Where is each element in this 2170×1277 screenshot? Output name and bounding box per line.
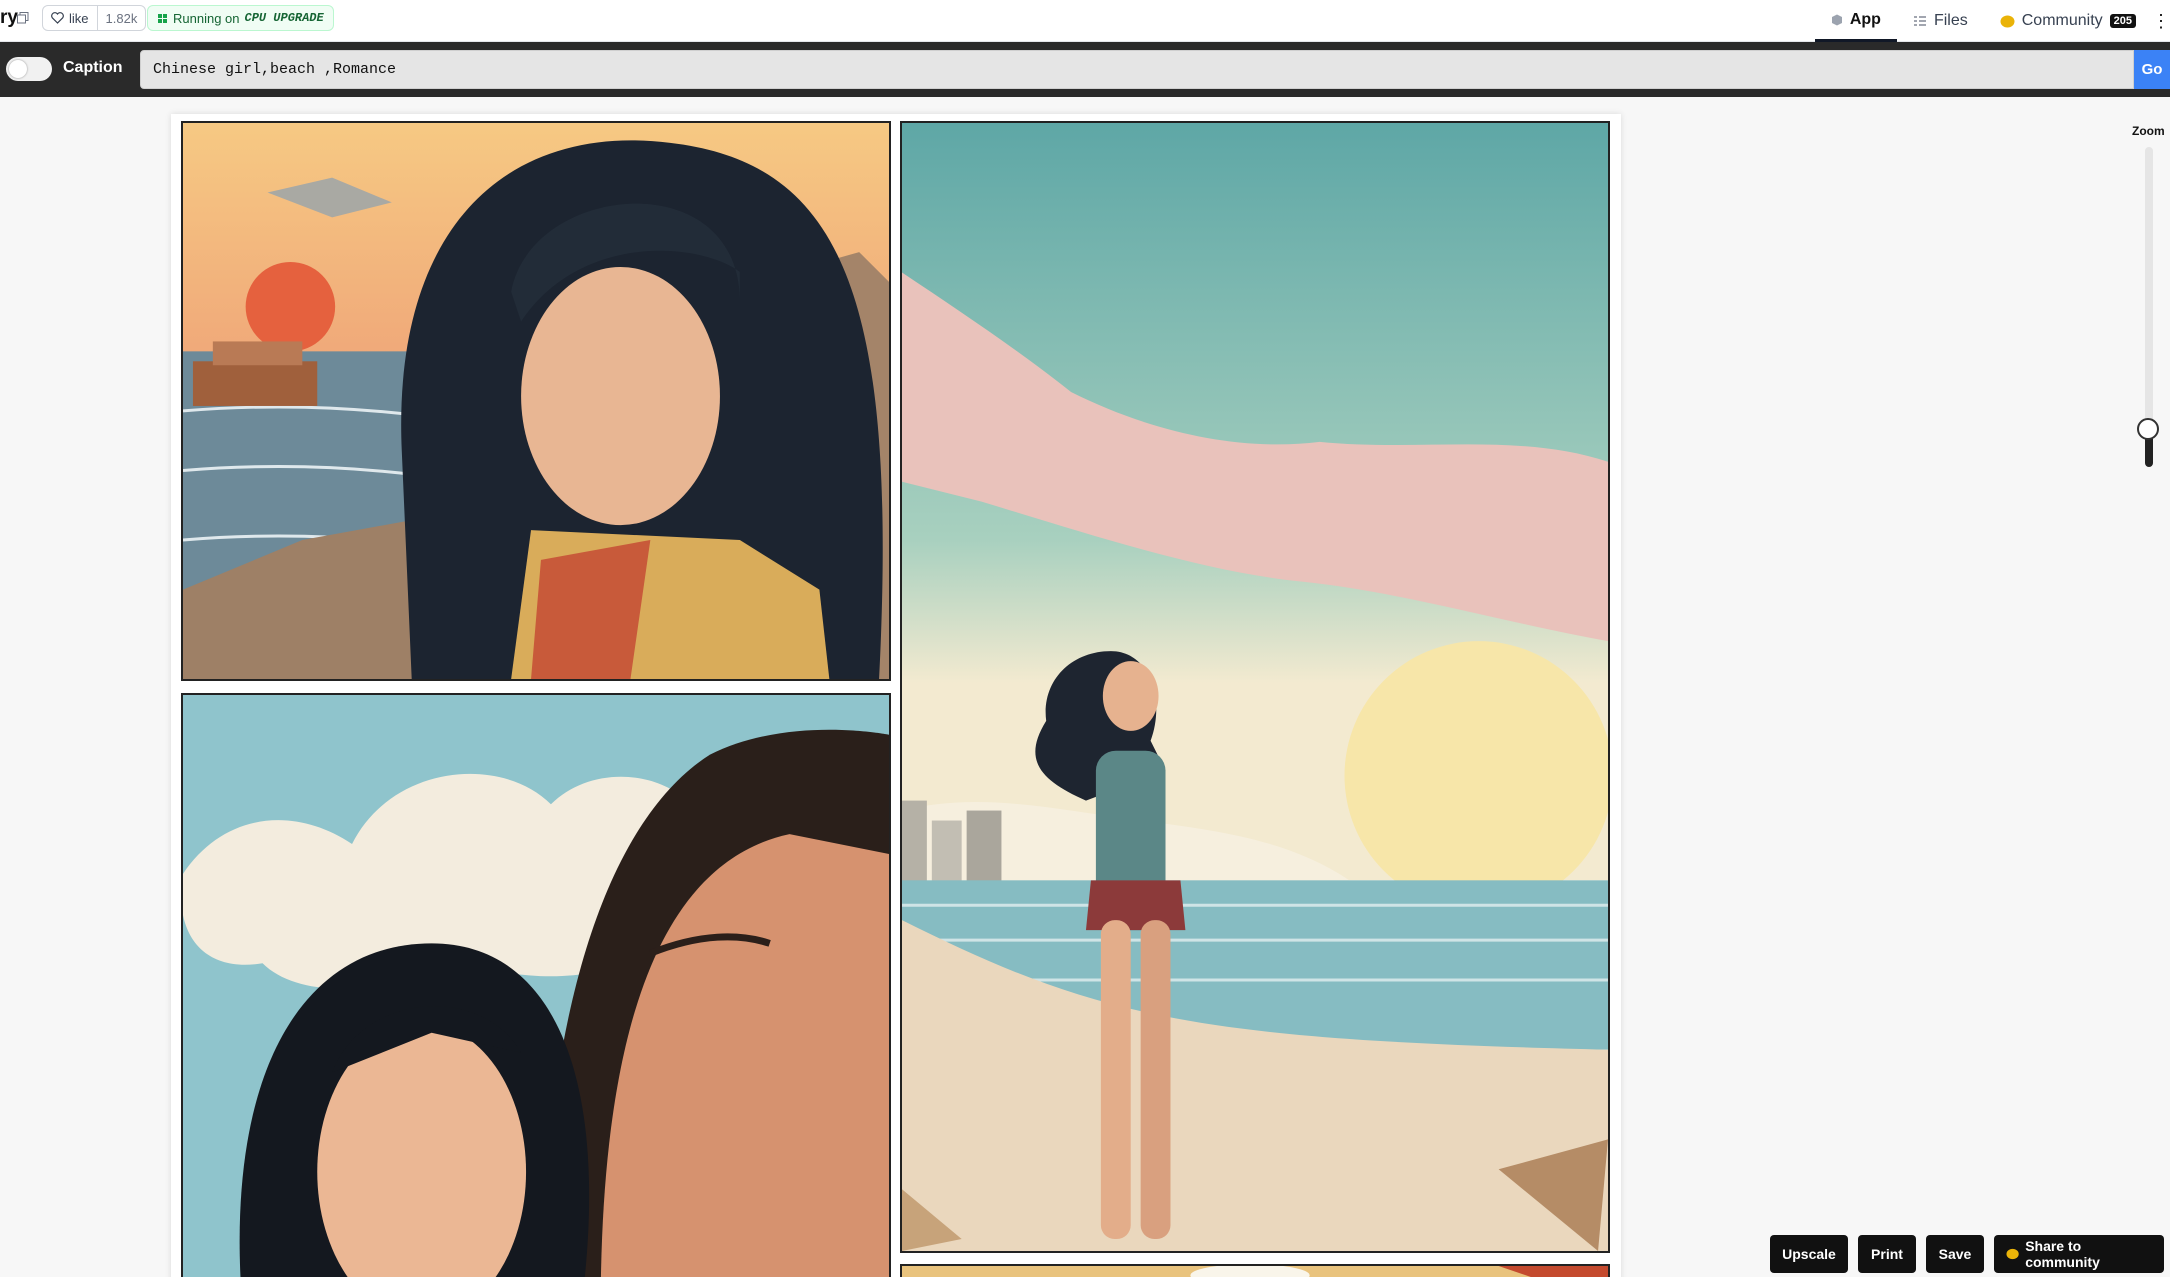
copy-icon[interactable] <box>17 12 29 24</box>
heart-icon <box>51 12 64 24</box>
tab-files[interactable]: Files <box>1897 0 1984 42</box>
comic-panel[interactable] <box>900 1264 1610 1277</box>
space-nav: App Files Community 205 ⋮ <box>1814 0 2170 42</box>
go-button[interactable]: Go <box>2134 50 2170 89</box>
more-options-icon[interactable]: ⋮ <box>2152 0 2170 42</box>
chip-icon <box>158 13 167 23</box>
prompt-input[interactable]: Chinese girl,beach ,Romance <box>140 50 2134 89</box>
space-title[interactable]: ry <box>0 7 18 29</box>
hardware-label: CPU UPGRADE <box>244 11 324 25</box>
upscale-button[interactable]: Upscale <box>1770 1235 1848 1273</box>
tab-community-label: Community <box>2021 12 2103 29</box>
share-to-community-button[interactable]: Share to community <box>1994 1235 2164 1273</box>
cube-icon <box>1831 14 1842 25</box>
zoom-slider-thumb[interactable] <box>2137 417 2159 440</box>
comic-panel[interactable] <box>181 121 891 681</box>
running-status-badge[interactable]: Running on CPU UPGRADE <box>147 5 334 31</box>
comic-workspace: Zoom <box>0 97 2170 1277</box>
caption-toggle[interactable] <box>6 57 52 81</box>
comic-panel[interactable] <box>181 693 891 1277</box>
running-prefix: Running on <box>173 10 240 26</box>
tab-community[interactable]: Community 205 <box>1984 0 2152 42</box>
top-bar: ry like 1.82k Running on CPU UPGRADE App <box>0 0 2170 42</box>
tab-app-label: App <box>1849 10 1881 28</box>
files-icon <box>1913 16 1926 26</box>
panel-illustration <box>183 695 889 1277</box>
community-icon <box>2006 1248 2019 1260</box>
community-icon <box>2000 15 2015 27</box>
share-label: Share to community <box>2025 1238 2100 1270</box>
tab-app[interactable]: App <box>1814 0 1897 42</box>
community-count-badge: 205 <box>2109 14 2136 28</box>
comic-page <box>171 114 1621 1277</box>
caption-toggle-knob <box>9 60 27 78</box>
like-count[interactable]: 1.82k <box>96 6 146 30</box>
tab-files-label: Files <box>1933 12 1968 29</box>
panel-illustration <box>183 123 889 679</box>
comic-panel[interactable] <box>900 121 1610 1253</box>
like-label: like <box>69 10 89 26</box>
zoom-label: Zoom <box>2132 124 2165 138</box>
print-button[interactable]: Print <box>1858 1235 1916 1273</box>
save-button[interactable]: Save <box>1926 1235 1984 1273</box>
panel-illustration <box>902 1266 1608 1277</box>
like-button[interactable]: like 1.82k <box>42 5 147 31</box>
caption-bar: Caption Chinese girl,beach ,Romance Go <box>0 42 2170 97</box>
caption-toggle-label: Caption <box>63 59 123 76</box>
panel-illustration <box>902 123 1608 1251</box>
